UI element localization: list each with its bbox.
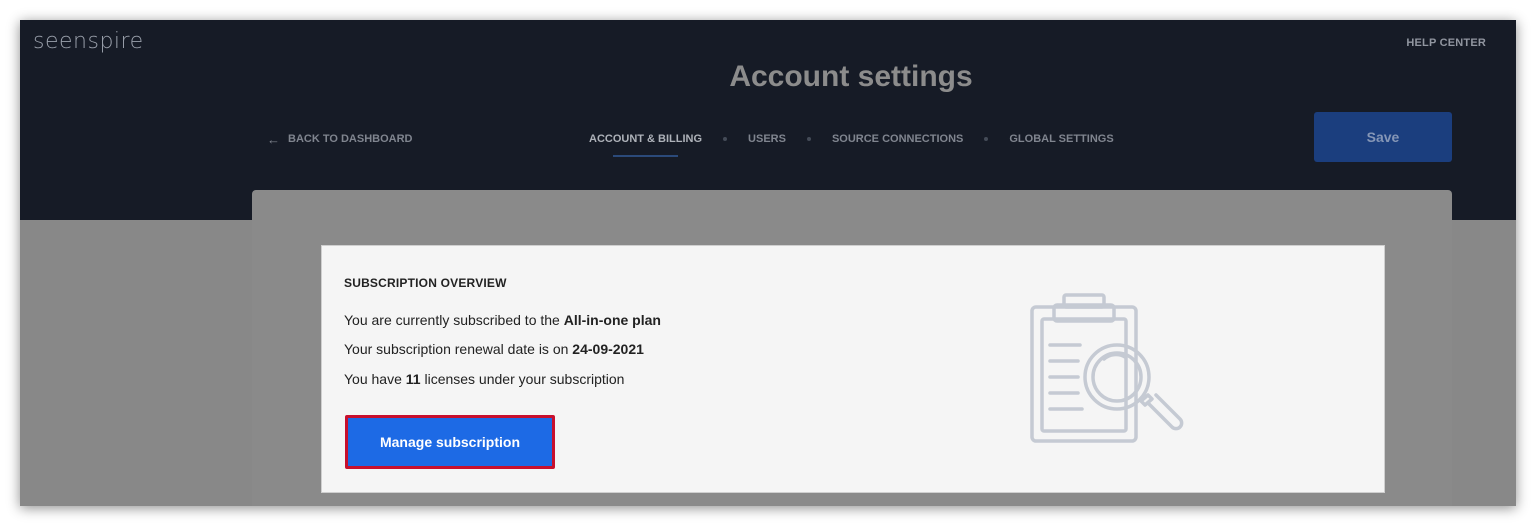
tab-separator	[723, 137, 728, 141]
tab-global-settings[interactable]: GLOBAL SETTINGS	[1009, 133, 1113, 145]
renewal-line: Your subscription renewal date is on 24-…	[344, 341, 644, 357]
tab-account-billing[interactable]: ACCOUNT & BILLING	[589, 133, 702, 157]
manage-subscription-button[interactable]: Manage subscription	[345, 415, 555, 469]
back-to-dashboard-label: BACK TO DASHBOARD	[288, 133, 413, 145]
renewal-date: 24-09-2021	[572, 341, 644, 357]
clipboard-search-icon	[1030, 293, 1184, 443]
plan-line: You are currently subscribed to the All-…	[344, 312, 661, 328]
help-center-link[interactable]: HELP CENTER	[1406, 37, 1486, 49]
page-title: Account settings	[729, 60, 973, 93]
subscription-overview-card: SUBSCRIPTION OVERVIEW You are currently …	[321, 245, 1385, 493]
brand-logo[interactable]: seenspire	[33, 29, 144, 54]
plan-name: All-in-one plan	[563, 312, 661, 328]
tab-users[interactable]: USERS	[748, 133, 786, 145]
tab-separator	[984, 137, 989, 141]
tab-separator	[806, 137, 811, 141]
settings-tabs: ACCOUNT & BILLING USERS SOURCE CONNECTIO…	[589, 133, 1114, 157]
app-window: seenspire HELP CENTER Account settings ←…	[20, 20, 1516, 506]
tab-source-connections[interactable]: SOURCE CONNECTIONS	[832, 133, 963, 145]
back-to-dashboard-link[interactable]: ← BACK TO DASHBOARD	[267, 131, 413, 147]
save-button[interactable]: Save	[1314, 112, 1452, 162]
license-count: 11	[405, 371, 421, 387]
subscription-overview-heading: SUBSCRIPTION OVERVIEW	[344, 276, 507, 290]
arrow-left-icon: ←	[267, 131, 280, 147]
licenses-line: You have 11 licenses under your subscrip…	[344, 371, 625, 387]
